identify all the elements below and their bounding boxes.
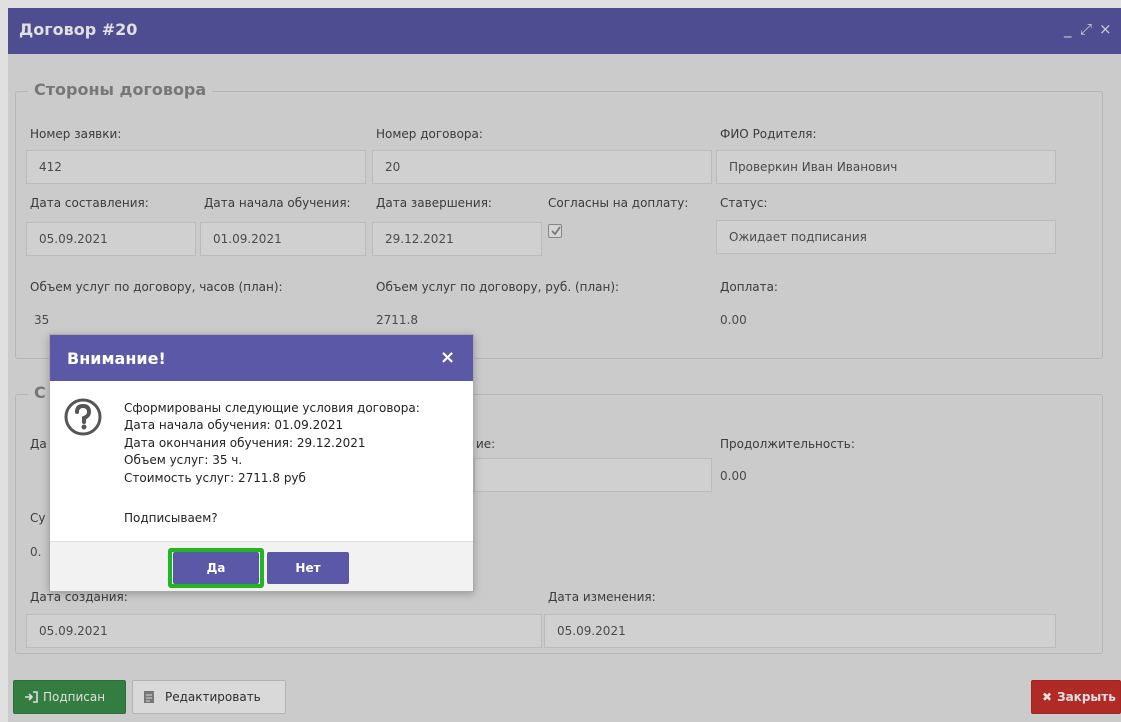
question-icon bbox=[64, 398, 102, 436]
dialog-close-icon[interactable]: × bbox=[440, 347, 455, 368]
dialog-footer: Да Нет bbox=[50, 541, 473, 591]
dialog-title: Внимание! bbox=[67, 349, 166, 368]
dialog-header: Внимание! × bbox=[50, 335, 473, 381]
dialog-question: Подписываем? bbox=[124, 511, 218, 525]
yes-button[interactable]: Да bbox=[173, 552, 259, 584]
no-button[interactable]: Нет bbox=[267, 552, 349, 584]
dialog-message-line: Дата окончания обучения: 29.12.2021 bbox=[124, 436, 366, 450]
dialog-message-line: Стоимость услуг: 2711.8 руб bbox=[124, 471, 306, 485]
dialog-message-line: Объем услуг: 35 ч. bbox=[124, 453, 243, 467]
dialog-message-line: Дата начала обучения: 01.09.2021 bbox=[124, 418, 344, 432]
dialog-message-line: Сформированы следующие условия договора: bbox=[124, 401, 420, 415]
confirm-dialog: Внимание! × Сформированы следующие услов… bbox=[49, 334, 474, 592]
